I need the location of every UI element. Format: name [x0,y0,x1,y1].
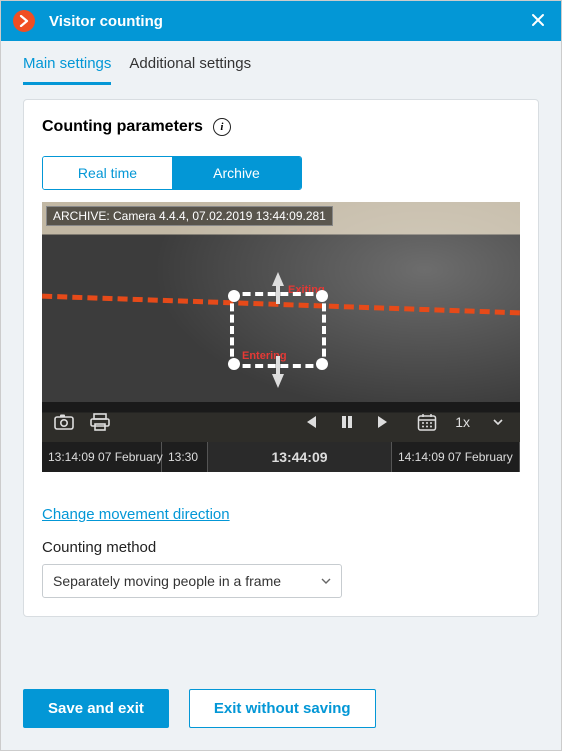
resize-handle-tl[interactable] [228,290,240,302]
pause-button[interactable] [335,410,359,434]
calendar-button[interactable] [415,410,439,434]
counting-method-value: Separately moving people in a frame [53,573,281,589]
tabs: Main settings Additional settings [1,41,561,85]
info-icon[interactable]: i [213,118,231,136]
timeline[interactable]: 13:14:09 07 February 13:30 13:44:09 14:1… [42,442,520,472]
tab-main-settings[interactable]: Main settings [23,55,111,85]
save-and-exit-button[interactable]: Save and exit [23,689,169,728]
link-row: Change movement direction [42,506,520,523]
resize-handle-tr[interactable] [316,290,328,302]
step-back-button[interactable] [299,410,323,434]
title-bar: Visitor counting [1,1,561,41]
print-button[interactable] [88,410,112,434]
resize-handle-br[interactable] [316,358,328,370]
card-title: Counting parameters [42,118,203,136]
card-title-row: Counting parameters i [42,118,520,136]
speed-dropdown-icon[interactable] [486,410,510,434]
change-direction-link[interactable]: Change movement direction [42,506,230,523]
counting-method-select[interactable]: Separately moving people in a frame [42,564,342,598]
content-area: Counting parameters i Real time Archive … [1,85,561,671]
video-controls-bar: 1x [42,402,520,442]
app-logo-icon [13,10,35,32]
video-preview[interactable]: ARCHIVE: Camera 4.4.4, 07.02.2019 13:44:… [42,202,520,472]
timeline-current[interactable]: 13:44:09 [208,442,392,472]
tab-additional-settings[interactable]: Additional settings [129,55,251,85]
footer: Save and exit Exit without saving [1,671,561,750]
timeline-tick: 13:30 [162,442,208,472]
counting-parameters-card: Counting parameters i Real time Archive … [23,99,539,617]
window-title: Visitor counting [49,13,163,30]
archive-overlay-label: ARCHIVE: Camera 4.4.4, 07.02.2019 13:44:… [46,206,333,226]
timeline-start: 13:14:09 07 February [42,442,162,472]
timeline-end: 14:14:09 07 February [392,442,520,472]
direction-arrow-down-icon [272,374,284,388]
exit-without-saving-button[interactable]: Exit without saving [189,689,376,728]
mode-segmented-control: Real time Archive [42,156,302,190]
resize-handle-bl[interactable] [228,358,240,370]
dialog-window: { "window": { "title": "Visitor counting… [0,0,562,751]
step-forward-button[interactable] [371,410,395,434]
close-button[interactable] [527,9,549,34]
selection-box[interactable] [230,292,326,368]
direction-arrow-up-icon [272,272,284,286]
chevron-down-icon [321,578,331,584]
mode-realtime-button[interactable]: Real time [43,157,172,189]
snapshot-button[interactable] [52,410,76,434]
playback-speed[interactable]: 1x [455,414,470,430]
mode-archive-button[interactable]: Archive [172,157,301,189]
counting-method-label: Counting method [42,539,520,556]
